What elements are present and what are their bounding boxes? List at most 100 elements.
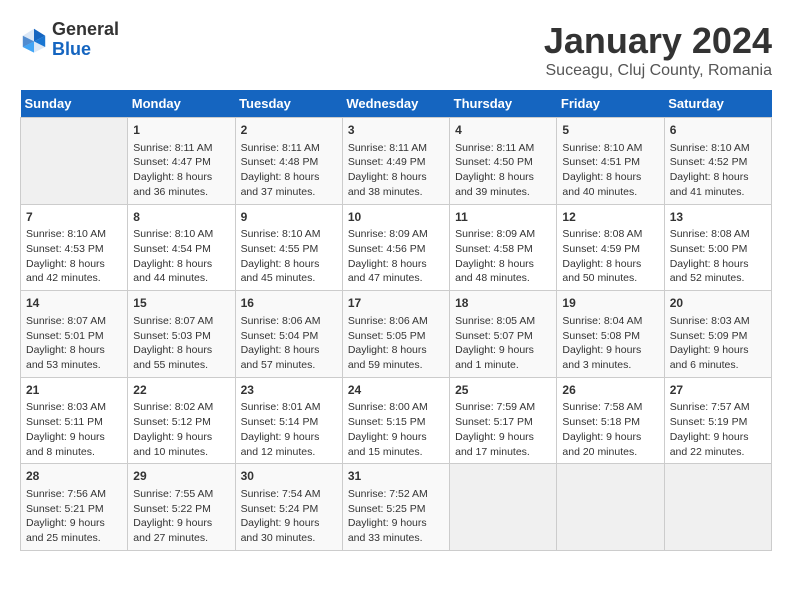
day-number: 10 bbox=[348, 209, 444, 226]
calendar-cell: 28 Sunrise: 7:56 AMSunset: 5:21 PMDayligh… bbox=[21, 464, 128, 551]
weekday-header-row: SundayMondayTuesdayWednesdayThursdayFrid… bbox=[21, 90, 772, 118]
weekday-header-friday: Friday bbox=[557, 90, 664, 118]
day-number: 6 bbox=[670, 122, 766, 139]
calendar-cell bbox=[450, 464, 557, 551]
calendar-cell bbox=[21, 118, 128, 205]
logo: General Blue bbox=[20, 20, 119, 60]
day-number: 28 bbox=[26, 468, 122, 485]
weekday-header-tuesday: Tuesday bbox=[235, 90, 342, 118]
week-row-3: 14Sunrise: 8:07 AMSunset: 5:01 PMDayligh… bbox=[21, 291, 772, 378]
day-info: Sunrise: 7:56 AMSunset: 5:21 PMDaylight:… bbox=[26, 487, 122, 546]
day-number: 23 bbox=[241, 382, 337, 399]
header: General Blue January 2024 Suceagu, Cluj … bbox=[20, 20, 772, 80]
day-number: 27 bbox=[670, 382, 766, 399]
day-number: 9 bbox=[241, 209, 337, 226]
calendar-cell: 18Sunrise: 8:05 AMSunset: 5:07 PMDayligh… bbox=[450, 291, 557, 378]
day-number: 5 bbox=[562, 122, 658, 139]
day-number: 16 bbox=[241, 295, 337, 312]
calendar-cell: 6 Sunrise: 8:10 AMSunset: 4:52 PMDaylight… bbox=[664, 118, 771, 205]
weekday-header-saturday: Saturday bbox=[664, 90, 771, 118]
day-number: 1 bbox=[133, 122, 229, 139]
day-info: Sunrise: 8:08 AMSunset: 4:59 PMDaylight:… bbox=[562, 227, 658, 286]
weekday-header-sunday: Sunday bbox=[21, 90, 128, 118]
day-number: 13 bbox=[670, 209, 766, 226]
calendar-cell: 25Sunrise: 7:59 AMSunset: 5:17 PMDayligh… bbox=[450, 377, 557, 464]
day-number: 4 bbox=[455, 122, 551, 139]
logo-text: General Blue bbox=[52, 20, 119, 60]
calendar-cell: 30 Sunrise: 7:54 AMSunset: 5:24 PMDayligh… bbox=[235, 464, 342, 551]
day-number: 3 bbox=[348, 122, 444, 139]
subtitle: Suceagu, Cluj County, Romania bbox=[544, 62, 772, 80]
calendar-cell: 21Sunrise: 8:03 AMSunset: 5:11 PMDayligh… bbox=[21, 377, 128, 464]
title-section: January 2024 Suceagu, Cluj County, Roman… bbox=[544, 20, 772, 80]
day-info: Sunrise: 8:06 AMSunset: 5:04 PMDaylight:… bbox=[241, 314, 337, 373]
day-info: Sunrise: 8:11 AMSunset: 4:49 PMDaylight:… bbox=[348, 141, 444, 200]
day-number: 25 bbox=[455, 382, 551, 399]
day-info: Sunrise: 8:03 AMSunset: 5:09 PMDaylight:… bbox=[670, 314, 766, 373]
day-info: Sunrise: 8:10 AMSunset: 4:51 PMDaylight:… bbox=[562, 141, 658, 200]
day-number: 21 bbox=[26, 382, 122, 399]
day-number: 18 bbox=[455, 295, 551, 312]
day-number: 2 bbox=[241, 122, 337, 139]
weekday-header-thursday: Thursday bbox=[450, 90, 557, 118]
calendar-cell: 16 Sunrise: 8:06 AMSunset: 5:04 PMDayligh… bbox=[235, 291, 342, 378]
day-number: 29 bbox=[133, 468, 229, 485]
calendar-cell: 7Sunrise: 8:10 AMSunset: 4:53 PMDaylight… bbox=[21, 204, 128, 291]
weekday-header-monday: Monday bbox=[128, 90, 235, 118]
day-number: 24 bbox=[348, 382, 444, 399]
day-number: 12 bbox=[562, 209, 658, 226]
day-info: Sunrise: 7:58 AMSunset: 5:18 PMDaylight:… bbox=[562, 400, 658, 459]
week-row-4: 21Sunrise: 8:03 AMSunset: 5:11 PMDayligh… bbox=[21, 377, 772, 464]
logo-icon bbox=[20, 26, 48, 54]
calendar-cell: 29Sunrise: 7:55 AMSunset: 5:22 PMDayligh… bbox=[128, 464, 235, 551]
day-info: Sunrise: 8:00 AMSunset: 5:15 PMDaylight:… bbox=[348, 400, 444, 459]
weekday-header-wednesday: Wednesday bbox=[342, 90, 449, 118]
day-number: 15 bbox=[133, 295, 229, 312]
day-info: Sunrise: 8:10 AMSunset: 4:52 PMDaylight:… bbox=[670, 141, 766, 200]
day-info: Sunrise: 7:57 AMSunset: 5:19 PMDaylight:… bbox=[670, 400, 766, 459]
week-row-2: 7Sunrise: 8:10 AMSunset: 4:53 PMDaylight… bbox=[21, 204, 772, 291]
calendar-cell: 22Sunrise: 8:02 AMSunset: 5:12 PMDayligh… bbox=[128, 377, 235, 464]
calendar-cell: 14Sunrise: 8:07 AMSunset: 5:01 PMDayligh… bbox=[21, 291, 128, 378]
calendar-cell: 8Sunrise: 8:10 AMSunset: 4:54 PMDaylight… bbox=[128, 204, 235, 291]
day-info: Sunrise: 7:54 AMSunset: 5:24 PMDaylight:… bbox=[241, 487, 337, 546]
day-number: 31 bbox=[348, 468, 444, 485]
calendar-cell: 12Sunrise: 8:08 AMSunset: 4:59 PMDayligh… bbox=[557, 204, 664, 291]
day-info: Sunrise: 8:06 AMSunset: 5:05 PMDaylight:… bbox=[348, 314, 444, 373]
calendar-cell: 15 Sunrise: 8:07 AMSunset: 5:03 PMDayligh… bbox=[128, 291, 235, 378]
calendar-cell bbox=[557, 464, 664, 551]
day-number: 14 bbox=[26, 295, 122, 312]
calendar-cell: 13Sunrise: 8:08 AMSunset: 5:00 PMDayligh… bbox=[664, 204, 771, 291]
day-number: 26 bbox=[562, 382, 658, 399]
day-info: Sunrise: 8:07 AMSunset: 5:03 PMDaylight:… bbox=[133, 314, 229, 373]
day-info: Sunrise: 7:59 AMSunset: 5:17 PMDaylight:… bbox=[455, 400, 551, 459]
main-title: January 2024 bbox=[544, 20, 772, 62]
day-info: Sunrise: 8:09 AMSunset: 4:58 PMDaylight:… bbox=[455, 227, 551, 286]
logo-blue: Blue bbox=[52, 39, 91, 59]
day-info: Sunrise: 8:03 AMSunset: 5:11 PMDaylight:… bbox=[26, 400, 122, 459]
calendar-cell: 9Sunrise: 8:10 AMSunset: 4:55 PMDaylight… bbox=[235, 204, 342, 291]
day-info: Sunrise: 7:52 AMSunset: 5:25 PMDaylight:… bbox=[348, 487, 444, 546]
calendar-cell: 24Sunrise: 8:00 AMSunset: 5:15 PMDayligh… bbox=[342, 377, 449, 464]
day-number: 22 bbox=[133, 382, 229, 399]
calendar-cell: 10Sunrise: 8:09 AMSunset: 4:56 PMDayligh… bbox=[342, 204, 449, 291]
calendar-table: SundayMondayTuesdayWednesdayThursdayFrid… bbox=[20, 90, 772, 551]
day-number: 30 bbox=[241, 468, 337, 485]
day-info: Sunrise: 8:04 AMSunset: 5:08 PMDaylight:… bbox=[562, 314, 658, 373]
calendar-cell: 3 Sunrise: 8:11 AMSunset: 4:49 PMDaylight… bbox=[342, 118, 449, 205]
calendar-cell: 1Sunrise: 8:11 AMSunset: 4:47 PMDaylight… bbox=[128, 118, 235, 205]
calendar-cell: 19Sunrise: 8:04 AMSunset: 5:08 PMDayligh… bbox=[557, 291, 664, 378]
logo-general: General bbox=[52, 19, 119, 39]
day-number: 8 bbox=[133, 209, 229, 226]
week-row-1: 1Sunrise: 8:11 AMSunset: 4:47 PMDaylight… bbox=[21, 118, 772, 205]
calendar-cell: 5 Sunrise: 8:10 AMSunset: 4:51 PMDaylight… bbox=[557, 118, 664, 205]
calendar-cell: 23Sunrise: 8:01 AMSunset: 5:14 PMDayligh… bbox=[235, 377, 342, 464]
calendar-cell: 2Sunrise: 8:11 AMSunset: 4:48 PMDaylight… bbox=[235, 118, 342, 205]
day-info: Sunrise: 8:11 AMSunset: 4:50 PMDaylight:… bbox=[455, 141, 551, 200]
day-info: Sunrise: 8:09 AMSunset: 4:56 PMDaylight:… bbox=[348, 227, 444, 286]
week-row-5: 28 Sunrise: 7:56 AMSunset: 5:21 PMDayligh… bbox=[21, 464, 772, 551]
day-info: Sunrise: 8:02 AMSunset: 5:12 PMDaylight:… bbox=[133, 400, 229, 459]
day-info: Sunrise: 8:10 AMSunset: 4:53 PMDaylight:… bbox=[26, 227, 122, 286]
day-number: 20 bbox=[670, 295, 766, 312]
day-info: Sunrise: 8:01 AMSunset: 5:14 PMDaylight:… bbox=[241, 400, 337, 459]
